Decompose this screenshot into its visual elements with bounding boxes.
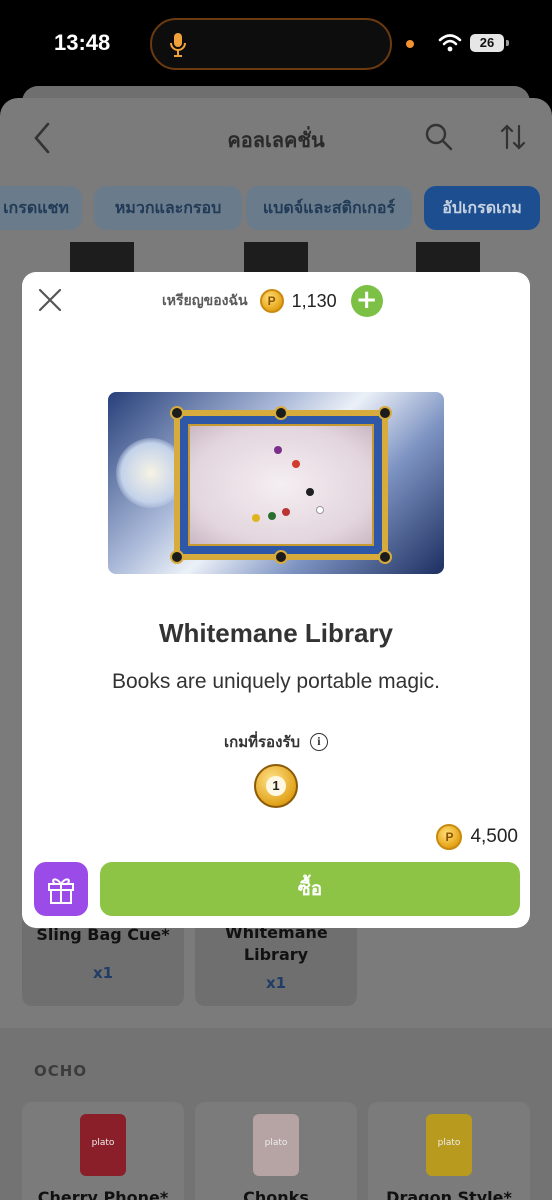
battery-indicator: 26 xyxy=(470,34,509,52)
tab-hats-frames[interactable]: หมวกและกรอบ xyxy=(94,186,242,230)
brand-label: plato xyxy=(91,1138,115,1148)
item-description: Books are uniquely portable magic. xyxy=(111,670,441,693)
pool-ball xyxy=(268,512,276,520)
purchase-dialog: เหรียญของฉัน P 1,130 + Whitemane Library xyxy=(22,272,530,928)
page-title: คอลเลคชั่น xyxy=(227,128,325,152)
info-icon[interactable]: i xyxy=(309,733,328,751)
item-title: Whitemane Library xyxy=(158,618,394,648)
phone-case-image: plato xyxy=(80,1114,126,1176)
category-tabs: เกรดแชท หมวกและกรอบ แบดจ์และสติกเกอร์ อั… xyxy=(0,186,552,232)
pool-ball xyxy=(252,514,260,522)
phone-case-image: plato xyxy=(426,1114,472,1176)
supported-games-label: เกมที่รองรับ xyxy=(224,733,300,751)
supported-game-icon: 1 xyxy=(254,764,298,808)
product-name: Cherry Phone* xyxy=(37,1188,169,1200)
pocket xyxy=(170,406,184,420)
close-icon[interactable] xyxy=(36,286,64,314)
product-card[interactable]: plato Dragon Style* xyxy=(368,1102,530,1200)
dynamic-island xyxy=(150,18,392,70)
pool-ball xyxy=(306,488,314,496)
game-ball-number: 1 xyxy=(266,776,286,796)
tab-chat-upgrade[interactable]: เกรดแชท xyxy=(0,186,82,230)
cue-ball xyxy=(316,506,324,514)
status-bar: 13:48 26 xyxy=(0,0,552,86)
pocket xyxy=(378,406,392,420)
pool-table-felt xyxy=(188,424,374,546)
section-title: OCHO xyxy=(34,1062,88,1080)
pocket xyxy=(378,550,392,564)
card-quantity: x1 xyxy=(92,964,114,982)
pocket xyxy=(170,550,184,564)
pool-table-frame xyxy=(170,406,392,564)
gift-button[interactable] xyxy=(34,862,88,916)
buy-button[interactable]: ซื้อ xyxy=(100,862,520,916)
tab-game-upgrade[interactable]: อัปเกรดเกม xyxy=(424,186,540,230)
sort-icon[interactable] xyxy=(498,122,528,152)
mic-icon xyxy=(170,33,186,57)
add-coins-button[interactable]: + xyxy=(350,285,383,317)
item-preview-image xyxy=(108,392,444,574)
pocket xyxy=(274,406,288,420)
wifi-icon xyxy=(438,34,462,52)
card-quantity: x1 xyxy=(265,974,287,992)
gift-icon xyxy=(48,878,74,904)
my-coins: เหรียญของฉัน P 1,130 + xyxy=(162,285,383,317)
coin-icon: P xyxy=(259,289,284,313)
tab-badges-stickers[interactable]: แบดจ์และสติกเกอร์ xyxy=(246,186,412,230)
phone-case-image: plato xyxy=(253,1114,299,1176)
brand-label: plato xyxy=(264,1138,288,1148)
my-coins-value: 1,130 xyxy=(291,290,337,311)
price: P 4,500 xyxy=(436,824,518,850)
brand-label: plato xyxy=(437,1138,461,1148)
pool-ball xyxy=(282,508,290,516)
ocho-section: OCHO plato Cherry Phone* plato Chonks pl… xyxy=(0,1028,552,1200)
search-icon[interactable] xyxy=(424,122,454,152)
my-coins-label: เหรียญของฉัน xyxy=(162,293,248,309)
product-card[interactable]: plato Cherry Phone* xyxy=(22,1102,184,1200)
product-name: Chonks xyxy=(243,1188,309,1200)
pool-ball xyxy=(292,460,300,468)
supported-games: เกมที่รองรับ i xyxy=(22,730,530,754)
card-name: Whitemane Library xyxy=(225,923,328,964)
product-name: Dragon Style* xyxy=(386,1188,512,1200)
header: คอลเลคชั่น xyxy=(0,98,552,180)
privacy-indicator-dot xyxy=(406,40,414,48)
price-value: 4,500 xyxy=(470,826,518,847)
pool-ball xyxy=(274,446,282,454)
status-time: 13:48 xyxy=(54,30,111,55)
coin-icon: P xyxy=(436,824,463,850)
product-card[interactable]: plato Chonks xyxy=(195,1102,357,1200)
pocket xyxy=(274,550,288,564)
